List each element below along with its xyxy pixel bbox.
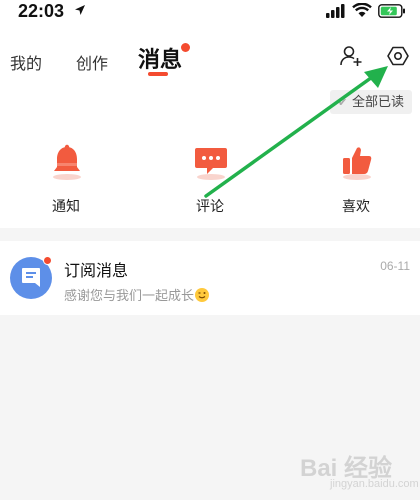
- quick-entry-label: 评论: [196, 198, 224, 214]
- mark-all-read-label: 全部已读: [352, 94, 405, 109]
- quick-entry-notifications[interactable]: 通知: [26, 144, 106, 214]
- quick-entry-label: 喜欢: [342, 198, 370, 214]
- cellular-signal-icon: [326, 4, 345, 18]
- unread-dot: [181, 43, 190, 52]
- location-arrow-icon: [75, 5, 85, 15]
- battery-icon: [378, 4, 405, 18]
- list-item[interactable]: 订阅消息 06-11 感谢您与我们一起成长: [0, 241, 420, 315]
- message-date: 06-11: [380, 259, 410, 273]
- active-tab-indicator: [148, 72, 168, 76]
- tab-messages[interactable]: 消息: [138, 42, 182, 74]
- tab-create[interactable]: 创作: [76, 50, 108, 74]
- quick-entry-likes[interactable]: 喜欢: [316, 144, 396, 214]
- add-user-icon[interactable]: [339, 44, 363, 68]
- quick-entry-label: 通知: [52, 198, 80, 214]
- wifi-icon: [352, 3, 372, 17]
- check-icon: ✔: [338, 97, 348, 109]
- thumbs-up-icon: [343, 147, 372, 180]
- status-bar: 22:03: [0, 0, 420, 24]
- message-title: 订阅消息: [64, 263, 129, 280]
- unread-dot: [43, 256, 52, 265]
- message-preview-text: 感谢您与我们一起成长: [64, 288, 195, 303]
- quick-entries: ✔ 全部已读 通知 评论 喜欢: [0, 86, 420, 228]
- status-time: 22:03: [18, 1, 65, 21]
- mark-all-read-button[interactable]: ✔ 全部已读: [330, 90, 413, 114]
- wink-emoji-icon: [195, 288, 210, 302]
- tab-mine[interactable]: 我的: [10, 50, 42, 74]
- watermark-url: jingyan.baidu.com: [330, 478, 419, 490]
- bell-icon: [53, 144, 81, 180]
- quick-entry-comments[interactable]: 评论: [170, 144, 250, 214]
- message-preview: 感谢您与我们一起成长: [64, 285, 210, 304]
- comment-icon: [195, 148, 227, 180]
- settings-icon[interactable]: [386, 44, 410, 68]
- top-nav: 我的 创作 消息: [0, 24, 420, 86]
